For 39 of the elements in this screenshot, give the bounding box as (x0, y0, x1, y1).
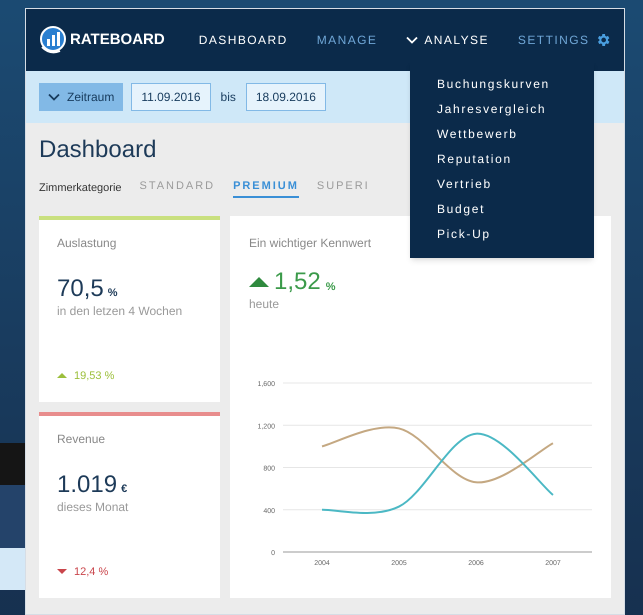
triangle-up-icon (249, 277, 269, 287)
date-field[interactable]: 18.09.2016 (246, 83, 326, 111)
card-title: Auslastung (57, 235, 116, 252)
card-title: Ein wichtiger Kennwert (249, 235, 372, 252)
brand-name: RATEBOARD (70, 30, 165, 50)
kpi-caption: in den letzen 4 Wochen (57, 303, 182, 320)
separator-label: bis (220, 89, 236, 106)
menu-item[interactable]: Reputation (410, 146, 594, 171)
menu-item[interactable]: Buchungskurven (410, 71, 594, 96)
menu-item[interactable]: Vertrieb (410, 171, 594, 196)
settings-icon (595, 32, 612, 48)
chevron-down-icon (48, 93, 60, 101)
menu-item[interactable]: Pick-Up (410, 221, 594, 246)
page-title: Dashboard (39, 135, 156, 165)
chevron-down-icon (406, 36, 418, 44)
kpi-value: 1,52 (274, 269, 321, 295)
logo-icon (38, 25, 68, 55)
period-dropdown-button[interactable]: Zeitraum (39, 83, 124, 111)
menu-item[interactable]: Jahresvergleich (410, 96, 594, 121)
kpi-value: 1.019 (57, 472, 118, 498)
nav-item[interactable]: ANALYSE (406, 31, 489, 49)
kpi-unit: € (121, 482, 128, 497)
kpi-caption: dieses Monat (57, 499, 128, 516)
date-field[interactable]: 11.09.2016 (131, 83, 211, 111)
change-value: 12,4 % (74, 564, 108, 580)
kpi-unit: % (108, 286, 118, 301)
change-value: 19,53 % (74, 368, 114, 384)
menu-item[interactable]: Budget (410, 196, 594, 221)
card-title: Revenue (57, 431, 106, 448)
nav-item[interactable]: MANAGE (316, 31, 378, 49)
nav-item[interactable]: SETTINGS (518, 31, 612, 49)
nav-item[interactable]: DASHBOARD (198, 31, 288, 49)
triangle-down-icon (57, 569, 67, 574)
kpi-caption: heute (249, 296, 280, 313)
triangle-up-icon (57, 373, 67, 378)
menu-item[interactable]: Wettbewerb (410, 121, 594, 146)
category-label: Zimmerkategorie (39, 180, 122, 196)
kpi-value: 70,5 (57, 276, 104, 302)
kpi-unit: % (326, 280, 336, 294)
